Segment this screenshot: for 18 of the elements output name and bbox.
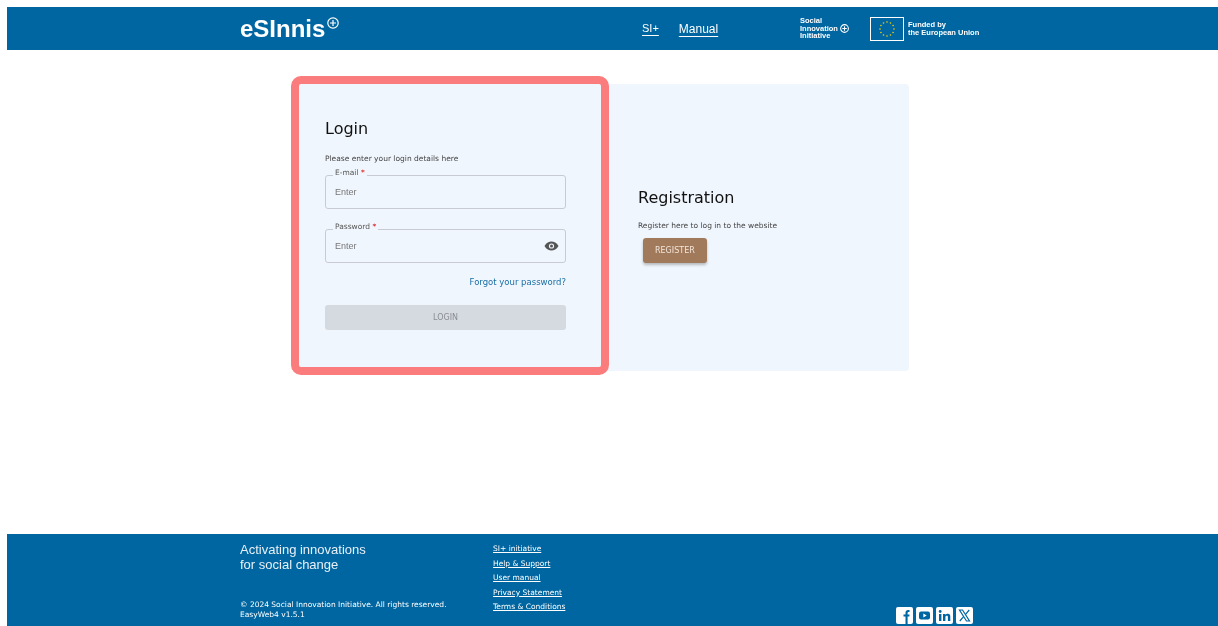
eu-flag-icon (870, 16, 904, 41)
linkedin-icon[interactable] (936, 607, 953, 624)
site-logo[interactable]: eSInnis (240, 14, 326, 43)
registration-title: Registration (638, 188, 736, 207)
register-button[interactable]: REGISTER (643, 238, 707, 263)
password-field[interactable]: Enter (325, 229, 566, 263)
nav-link[interactable]: SI+ (642, 21, 659, 36)
plus-circle-icon (839, 24, 849, 33)
footer-tagline: Activating innovations for social change (240, 543, 367, 573)
login-title: Login (325, 119, 370, 138)
facebook-icon[interactable] (896, 607, 913, 624)
nav-link[interactable]: Manual (678, 21, 719, 36)
eye-icon[interactable] (544, 241, 559, 251)
plus-circle-icon (327, 16, 340, 29)
email-field[interactable]: Enter (325, 175, 566, 209)
video-play-icon[interactable] (916, 607, 933, 624)
x-icon[interactable] (956, 607, 973, 624)
forgot-password-link[interactable]: Forgot your password? (469, 277, 566, 287)
